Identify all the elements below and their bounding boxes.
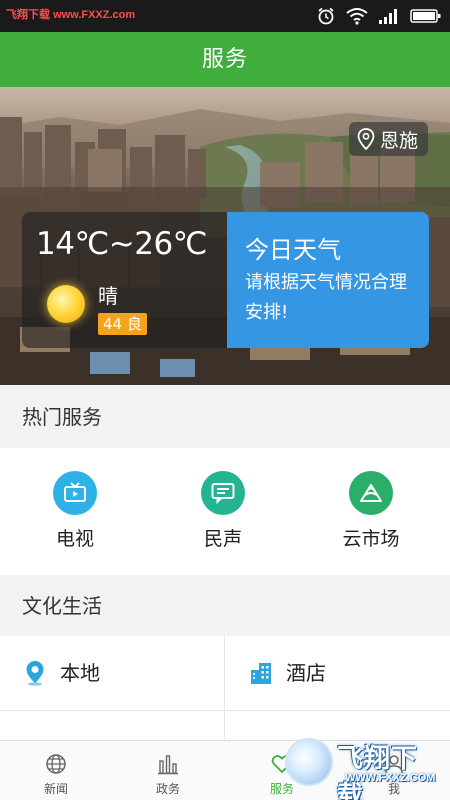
culture-grid: 本地 酒店 [0, 636, 450, 754]
tv-icon [53, 471, 97, 515]
sunny-icon [47, 285, 85, 323]
app-screen: 飞翔下载 www.FXXZ.com 服务 恩施 14℃~26℃ 晴 44 良 今… [0, 0, 450, 800]
status-watermark: 飞翔下载 www.FXXZ.com [6, 6, 135, 22]
globe-icon [46, 754, 66, 774]
hotel-building-icon [251, 663, 271, 684]
wifi-icon [346, 8, 368, 25]
grid-divider [224, 636, 225, 746]
culture-heading: 文化生活 [0, 576, 450, 636]
location-pin-icon [26, 661, 44, 686]
bar-chart-icon [158, 755, 178, 775]
weather-card[interactable]: 14℃~26℃ 晴 44 良 [22, 212, 227, 348]
hot-services-heading: 热门服务 [0, 387, 450, 447]
hot-service-label: 电视 [55, 528, 94, 550]
weather-banner[interactable]: 恩施 14℃~26℃ 晴 44 良 今日天气 请根据天气情况合理安排! [0, 87, 450, 385]
alarm-icon [318, 7, 334, 25]
watermark-label: 飞翔下载 [6, 9, 50, 21]
hot-service-voice[interactable]: 民声 [148, 448, 298, 575]
today-weather-card[interactable]: 今日天气 请根据天气情况合理安排! [227, 212, 429, 348]
hot-service-label: 云市场 [342, 528, 400, 550]
today-weather-desc: 请根据天气情况合理安排! [245, 272, 407, 323]
temperature-range: 14℃~26℃ [36, 226, 208, 262]
aqi-badge: 44 良 [98, 313, 147, 335]
status-icons [316, 6, 442, 26]
today-weather-title: 今日天气 [245, 236, 341, 264]
location-selector[interactable]: 恩施 [348, 122, 428, 156]
culture-item-hotel[interactable]: 酒店 [226, 636, 450, 711]
chat-icon [201, 471, 245, 515]
signal-icon [379, 9, 397, 24]
nav-label: 政务 [155, 782, 180, 796]
location-name: 恩施 [379, 129, 418, 152]
hot-service-tv[interactable]: 电视 [0, 448, 150, 575]
culture-item-label: 本地 [60, 661, 100, 685]
cloud-market-icon [349, 471, 393, 515]
page-title: 服务 [201, 47, 248, 72]
watermark-domain: www.FXXZ.com [53, 9, 136, 21]
battery-icon [410, 9, 441, 23]
location-pin-outline-icon [357, 128, 375, 150]
status-bar: 飞翔下载 www.FXXZ.com [0, 0, 450, 32]
hot-service-cloud-market[interactable]: 云市场 [296, 448, 446, 575]
nav-label: 新闻 [43, 782, 68, 796]
weather-condition: 晴 [98, 284, 118, 308]
watermark-logo-icon [285, 738, 333, 786]
app-header: 服务 [0, 32, 450, 87]
culture-item-label: 酒店 [286, 661, 326, 685]
nav-item-government[interactable]: 政务 [112, 741, 224, 800]
culture-item-local[interactable]: 本地 [0, 636, 224, 711]
nav-item-news[interactable]: 新闻 [0, 741, 112, 800]
watermark-url: WWW.FXXZ.COM [345, 772, 436, 784]
watermark-brand: 飞翔下载 [337, 744, 419, 800]
hot-service-label: 民声 [203, 528, 242, 550]
hot-services-grid: 电视 民声 云市场 [0, 448, 450, 575]
watermark-badge: 飞翔下载 WWW.FXXZ.COM [285, 734, 440, 800]
